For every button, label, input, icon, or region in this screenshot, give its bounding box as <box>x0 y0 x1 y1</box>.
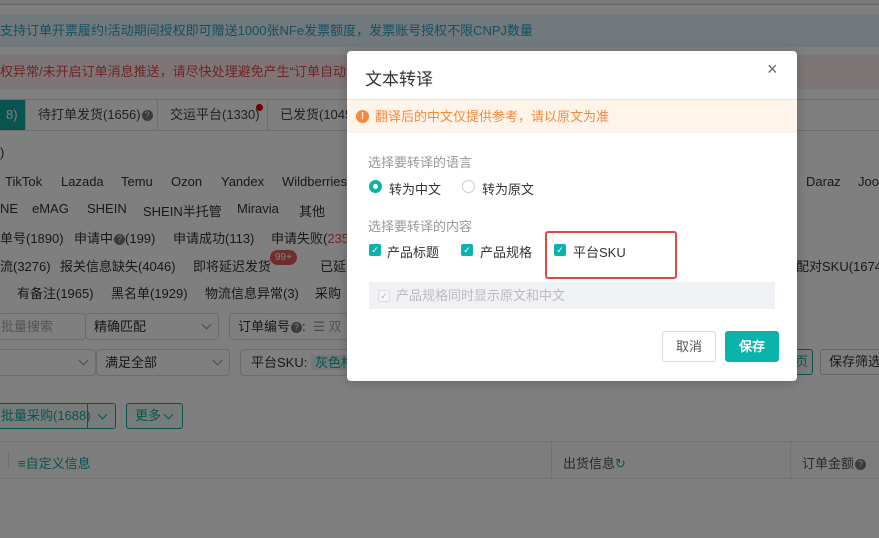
save-button[interactable]: 保存 <box>725 331 779 362</box>
checkbox-checked-icon: ✓ <box>369 244 381 256</box>
warning-icon: ! <box>356 110 369 123</box>
radio-unchecked-icon <box>462 180 475 193</box>
language-section-label: 选择要转译的语言 <box>368 155 473 170</box>
checkbox-label: 产品标题 <box>387 245 440 260</box>
text-translate-dialog: 文本转译 × ! 翻译后的中文仅提供参考，请以原文为准 选择要转译的语言 转为中文… <box>347 51 797 381</box>
cancel-button[interactable]: 取消 <box>662 331 716 362</box>
checkbox-label: 产品规格 <box>480 245 533 260</box>
radio-label: 转为中文 <box>389 182 442 197</box>
radio-to-chinese[interactable]: 转为中文 <box>369 179 449 197</box>
radio-label: 转为原文 <box>482 182 535 197</box>
checkbox-product-title[interactable]: ✓ 产品标题 <box>369 242 449 260</box>
translation-notice: ! 翻译后的中文仅提供参考，请以原文为准 <box>347 100 797 133</box>
checkbox-disabled-icon: ✓ <box>378 290 390 302</box>
checkbox-show-both: ✓ 产品规格同时显示原文和中文 <box>369 282 775 309</box>
radio-to-original[interactable]: 转为原文 <box>462 179 542 197</box>
radio-checked-icon <box>369 180 382 193</box>
dialog-title: 文本转译 <box>365 70 433 89</box>
close-icon[interactable]: × <box>767 59 778 80</box>
checkbox-product-spec[interactable]: ✓ 产品规格 <box>461 242 541 260</box>
checkbox-label: 产品规格同时显示原文和中文 <box>396 288 566 303</box>
content-section-label: 选择要转译的内容 <box>368 219 473 234</box>
checkbox-checked-icon: ✓ <box>461 244 473 256</box>
notice-text: 翻译后的中文仅提供参考，请以原文为准 <box>375 109 610 124</box>
highlight-box <box>545 231 677 279</box>
